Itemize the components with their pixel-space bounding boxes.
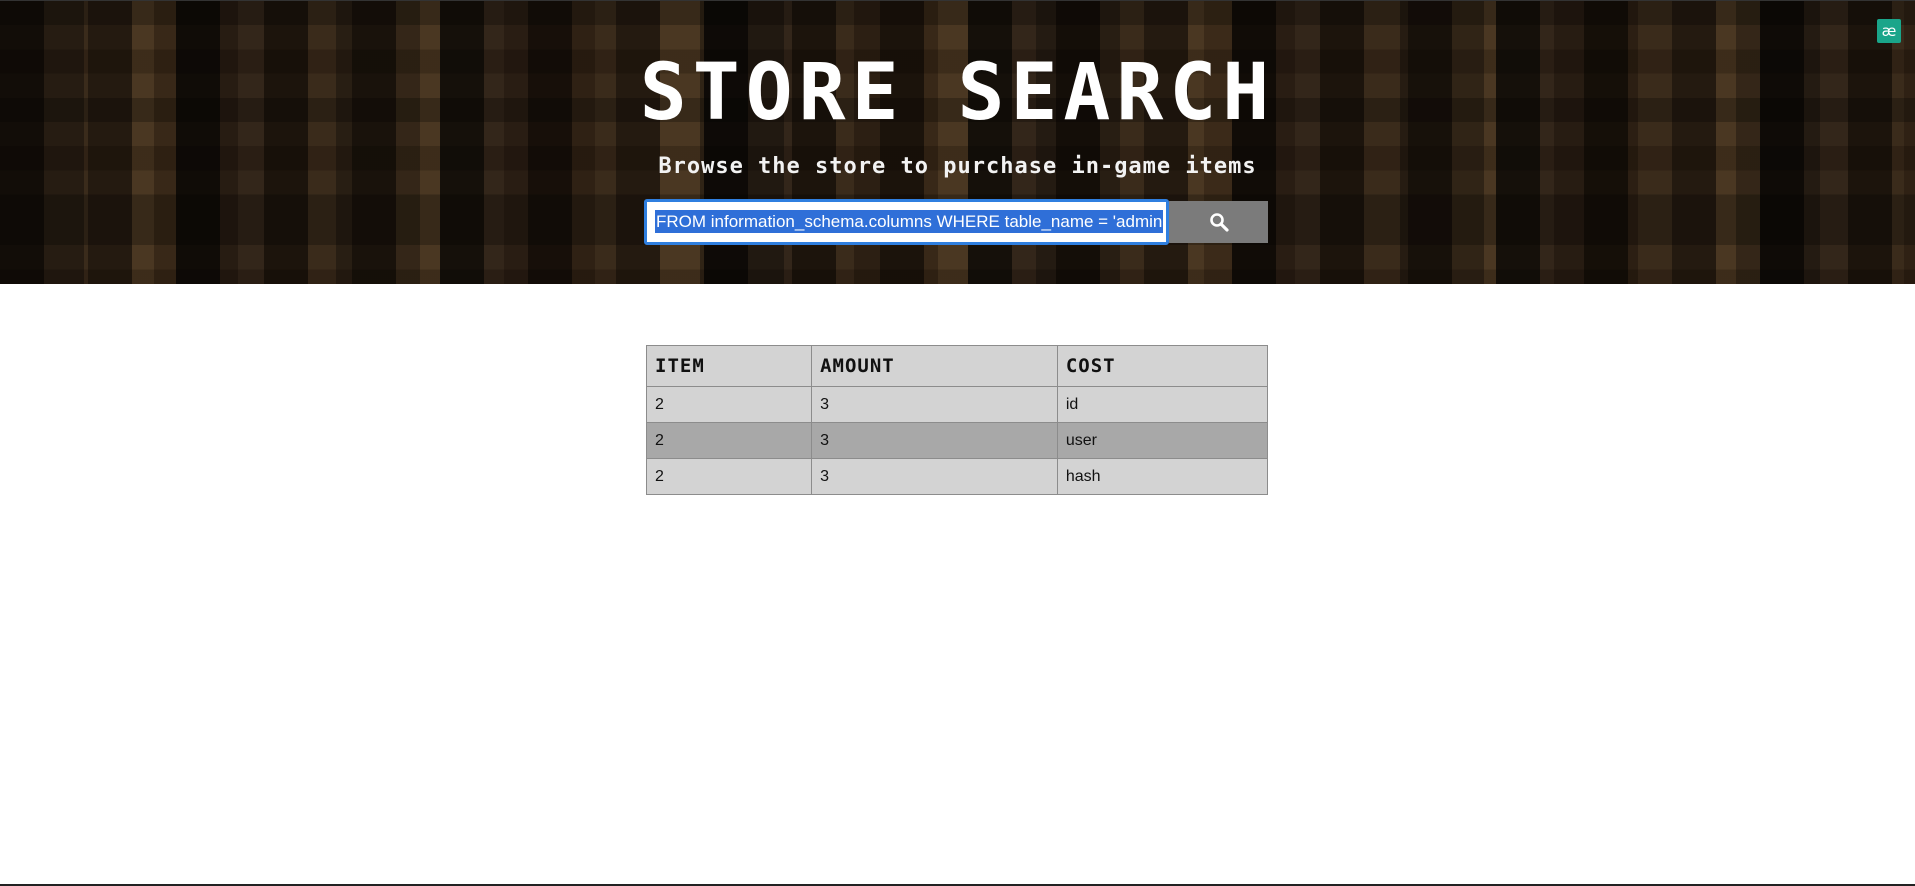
search-input-value: FROM information_schema.columns WHERE ta… [655,210,1164,233]
search-icon [1209,213,1229,232]
table-row: 2 3 id [645,386,1269,423]
page-subtitle: Browse the store to purchase in-game ite… [658,154,1257,179]
cell-cost: user [1056,422,1269,459]
cell-cost: hash [1056,458,1269,495]
table-row: 2 3 user [645,422,1269,459]
cell-item: 2 [645,386,813,423]
extension-badge-icon[interactable]: æ [1877,19,1901,43]
cell-amount: 3 [811,422,1058,459]
search-form: FROM information_schema.columns WHERE ta… [644,199,1268,245]
search-input[interactable]: FROM information_schema.columns WHERE ta… [644,199,1169,245]
page: Store Search Browse the store to purchas… [0,0,1915,886]
results-table: Item Amount Cost 2 3 id 2 3 user 2 3 has… [645,345,1269,495]
column-header-item: Item [645,345,813,387]
column-header-cost: Cost [1056,345,1269,387]
column-header-amount: Amount [811,345,1058,387]
cell-amount: 3 [811,386,1058,423]
hero-banner: Store Search Browse the store to purchas… [0,1,1915,284]
cell-amount: 3 [811,458,1058,495]
cell-item: 2 [645,458,813,495]
cell-cost: id [1056,386,1269,423]
table-header-row: Item Amount Cost [645,345,1269,387]
cell-item: 2 [645,422,813,459]
table-row: 2 3 hash [645,458,1269,495]
search-button[interactable] [1169,201,1268,243]
page-title: Store Search [639,48,1276,138]
